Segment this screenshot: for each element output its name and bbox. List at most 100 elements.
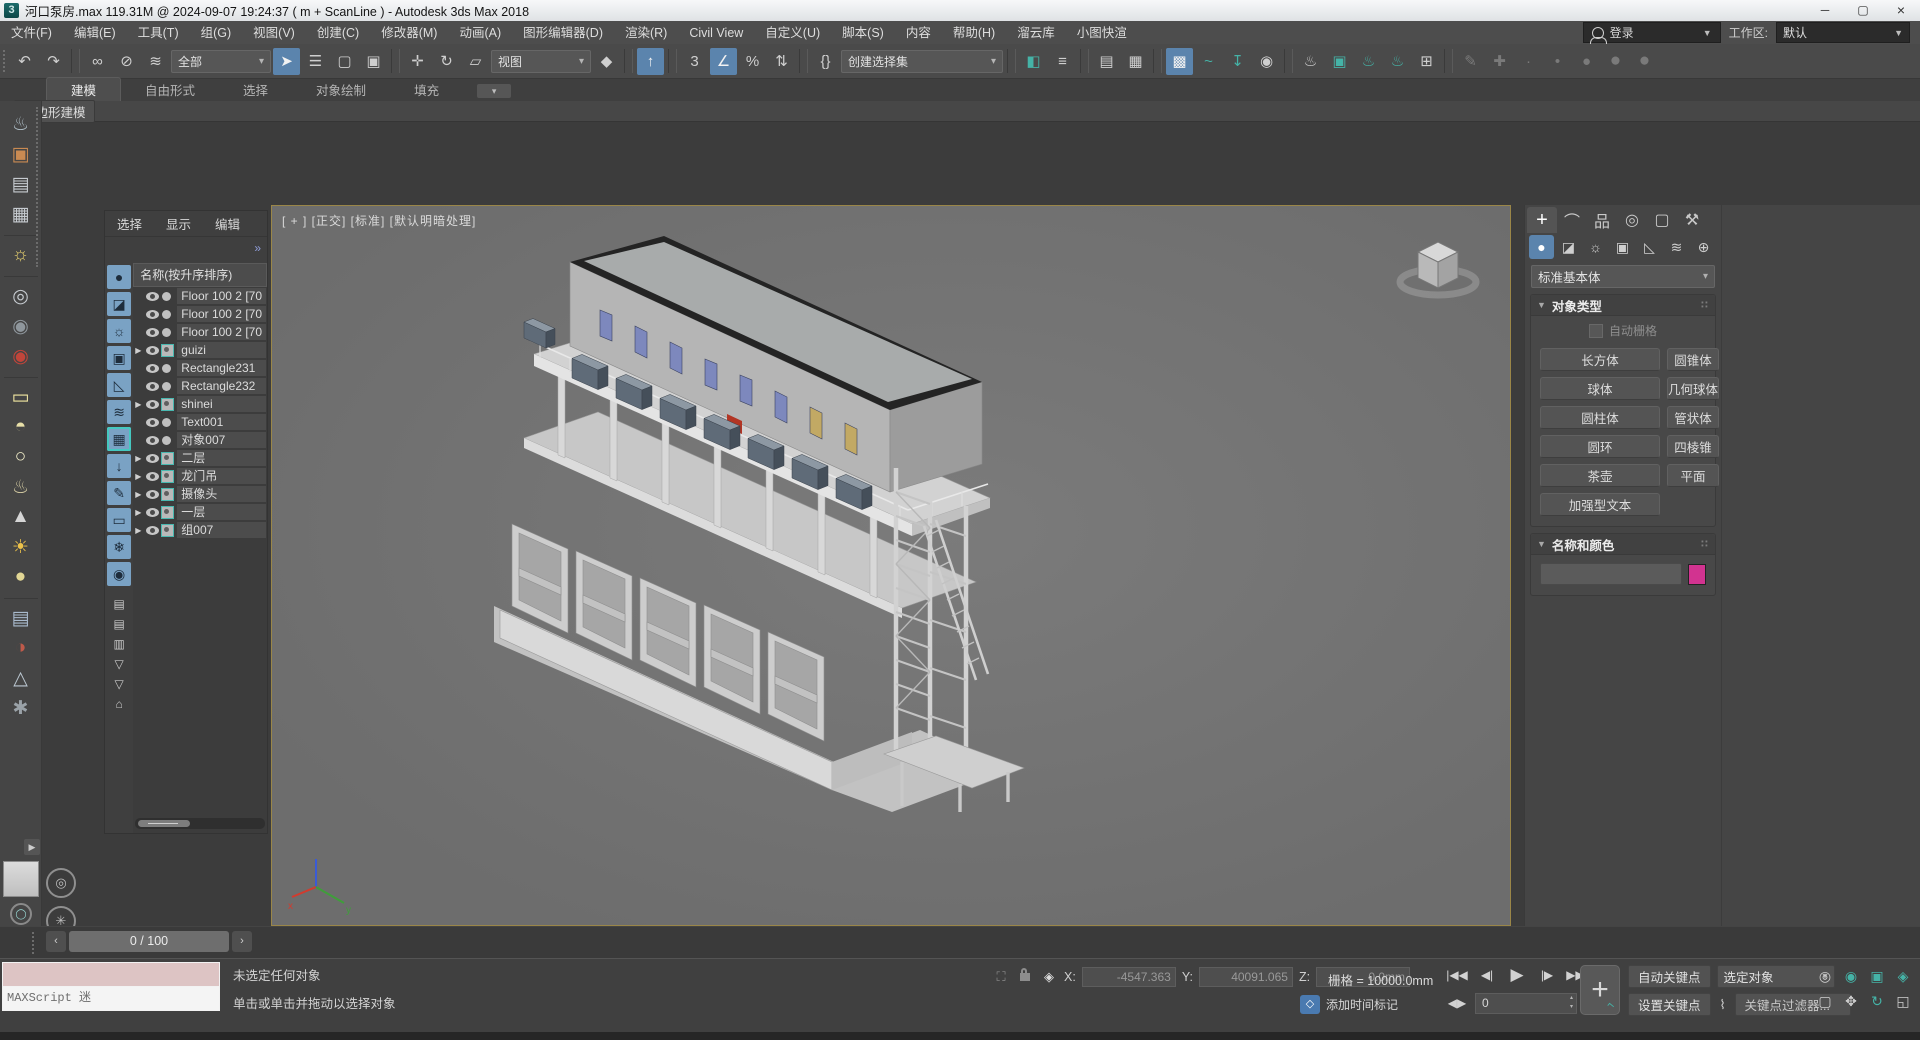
name-color-rollout-header[interactable]: ▼ 名称和颜色 ∷: [1531, 534, 1715, 555]
visibility-eye-icon[interactable]: [146, 490, 159, 499]
bind-to-spacewarp-icon[interactable]: ≋: [142, 48, 169, 75]
time-slider-value[interactable]: 0 / 100: [69, 931, 229, 952]
next-frame-button[interactable]: |▶: [1533, 964, 1561, 986]
filter-spacewarps-icon[interactable]: ≋: [107, 400, 131, 424]
display-properties-icon[interactable]: ▭: [107, 508, 131, 532]
explorer-folder-icon[interactable]: ⌂: [109, 695, 129, 713]
select-and-move-icon[interactable]: ✛: [404, 48, 431, 75]
brush-size-3-icon[interactable]: ●: [1573, 48, 1600, 75]
scene-object-row[interactable]: ▶ Floor 100 2 [70: [133, 323, 267, 341]
orbit-icon[interactable]: ↻: [1864, 989, 1890, 1014]
hierarchy-tab[interactable]: 品: [1587, 207, 1617, 233]
menu-item[interactable]: 渲染(R): [614, 22, 678, 44]
explorer-overflow-chevron[interactable]: »: [254, 241, 261, 255]
maxscript-mini-listener[interactable]: MAXScript 迷: [2, 962, 220, 1011]
menu-item[interactable]: 图形编辑器(D): [512, 22, 614, 44]
sort-column-header[interactable]: 名称(按升序排序): [133, 263, 267, 287]
zoom-all-icon[interactable]: ◉: [1838, 964, 1864, 989]
edit-named-selection-sets-icon[interactable]: {}: [812, 48, 839, 75]
scene-object-row[interactable]: ▶ 对象007: [133, 431, 267, 449]
selection-filter-dropdown[interactable]: 全部: [171, 50, 271, 73]
toolbar-separator[interactable]: [624, 49, 633, 73]
viewport[interactable]: [ + ] [正交] [标准] [默认明暗处理]: [271, 205, 1511, 926]
expand-arrow-icon[interactable]: ▶: [133, 490, 143, 499]
material-sample-swatch[interactable]: [3, 861, 39, 897]
ribbon-tab[interactable]: 选择: [219, 78, 292, 101]
explorer-doc-icon-1[interactable]: ▤: [109, 595, 129, 613]
render-settings-dialog-icon[interactable]: ▤: [6, 169, 36, 199]
flyout-arrow-button[interactable]: ▶: [24, 839, 40, 855]
scene-object-row[interactable]: ▶ 龙门吊: [133, 467, 267, 485]
sphere-light-icon[interactable]: ●: [6, 562, 36, 592]
expand-arrow-icon[interactable]: ▶: [133, 454, 143, 463]
primitive-button[interactable]: 管状体: [1667, 406, 1719, 429]
brush-size-5-icon[interactable]: ●: [1631, 48, 1658, 75]
explorer-menu-item[interactable]: 编辑: [203, 214, 252, 233]
visibility-eye-icon[interactable]: [146, 454, 159, 463]
left-toolbar-separator[interactable]: [4, 592, 38, 599]
filter-shapes-icon[interactable]: ◪: [107, 292, 131, 316]
ribbon-minimize-button[interactable]: ▾: [477, 84, 511, 98]
auto-key-button[interactable]: 自动关键点: [1628, 965, 1711, 988]
primitive-button[interactable]: 几何球体: [1667, 377, 1719, 400]
visibility-eye-icon[interactable]: [146, 526, 159, 535]
named-selection-sets-dropdown[interactable]: 创建选择集: [841, 50, 1003, 73]
brush-size-4-icon[interactable]: ●: [1602, 48, 1629, 75]
visibility-eye-icon[interactable]: [146, 400, 159, 409]
menu-item[interactable]: 溜云库: [1006, 22, 1066, 44]
modify-tab[interactable]: ⌒: [1557, 207, 1587, 233]
explorer-filter-funnel-icon-2[interactable]: ▽: [109, 675, 129, 693]
primitive-button[interactable]: 圆环: [1540, 435, 1660, 458]
menu-item[interactable]: 视图(V): [242, 22, 306, 44]
render-setup-icon[interactable]: ♨: [1297, 48, 1324, 75]
molecule-tool-icon[interactable]: ◑: [6, 633, 36, 663]
light-lister-icon[interactable]: ☼: [6, 240, 36, 270]
expand-arrow-icon[interactable]: ▶: [133, 526, 143, 535]
rendered-frame-window-icon[interactable]: ▣: [6, 139, 36, 169]
disc-light-icon[interactable]: ○: [6, 442, 36, 472]
menu-item[interactable]: 文件(F): [0, 22, 63, 44]
current-frame-field[interactable]: 0: [1475, 993, 1577, 1014]
toolbar-separator[interactable]: [71, 49, 80, 73]
go-to-start-button[interactable]: |◀◀: [1443, 964, 1471, 986]
listener-macro-line[interactable]: [2, 962, 220, 986]
scene-object-row[interactable]: ▶ Text001: [133, 413, 267, 431]
scene-object-row[interactable]: ▶ 摄像头: [133, 485, 267, 503]
explorer-menu-item[interactable]: 选择: [105, 214, 154, 233]
create-tab[interactable]: +: [1527, 207, 1557, 233]
layer-explorer-toggle-icon[interactable]: ▦: [1122, 48, 1149, 75]
open-gallery-icon[interactable]: ⊞: [1413, 48, 1440, 75]
explorer-doc-icon-3[interactable]: ▥: [109, 635, 129, 653]
autogrid-checkbox[interactable]: [1589, 324, 1603, 338]
maximize-button[interactable]: ▢: [1844, 0, 1882, 21]
display-tab[interactable]: ▢: [1647, 207, 1677, 233]
left-toolbar-separator[interactable]: [4, 229, 38, 236]
menu-item[interactable]: 组(G): [190, 22, 243, 44]
set-keys-button[interactable]: +: [1580, 965, 1620, 1015]
mirror-icon[interactable]: ◧: [1020, 48, 1047, 75]
toolbar-separator[interactable]: [391, 49, 400, 73]
filter-frozen-icon[interactable]: ❄: [107, 535, 131, 559]
explorer-filter-funnel-icon-1[interactable]: ▽: [109, 655, 129, 673]
primitive-button[interactable]: 球体: [1540, 377, 1660, 400]
scene-object-row[interactable]: ▶ 组007: [133, 521, 267, 539]
steering-wheel-icon[interactable]: ◎: [46, 868, 76, 898]
primitive-button[interactable]: 四棱锥: [1667, 435, 1719, 458]
key-filter-icon[interactable]: ⌇: [1715, 997, 1731, 1013]
undo-icon[interactable]: ↶: [11, 48, 38, 75]
close-button[interactable]: ×: [1882, 0, 1920, 21]
spacewarps-category[interactable]: ≋: [1664, 235, 1689, 259]
toolbar-separator[interactable]: [1284, 49, 1293, 73]
scene-object-row[interactable]: ▶ Floor 100 2 [70: [133, 305, 267, 323]
zoom-extents-all-icon[interactable]: ◈: [1890, 964, 1916, 989]
render-presets-icon[interactable]: ✎: [1457, 48, 1484, 75]
wire-teapot-icon[interactable]: ♨: [6, 472, 36, 502]
filter-helpers-icon[interactable]: ◺: [107, 373, 131, 397]
pick-object-icon[interactable]: ✎: [107, 481, 131, 505]
expand-arrow-icon[interactable]: ▶: [133, 400, 143, 409]
toolbar-separator[interactable]: [799, 49, 808, 73]
menu-item[interactable]: 修改器(M): [370, 22, 448, 44]
material-editor-icon[interactable]: ◉: [1253, 48, 1280, 75]
angle-snap-icon[interactable]: ∠: [710, 48, 737, 75]
visibility-eye-icon[interactable]: [146, 472, 159, 481]
